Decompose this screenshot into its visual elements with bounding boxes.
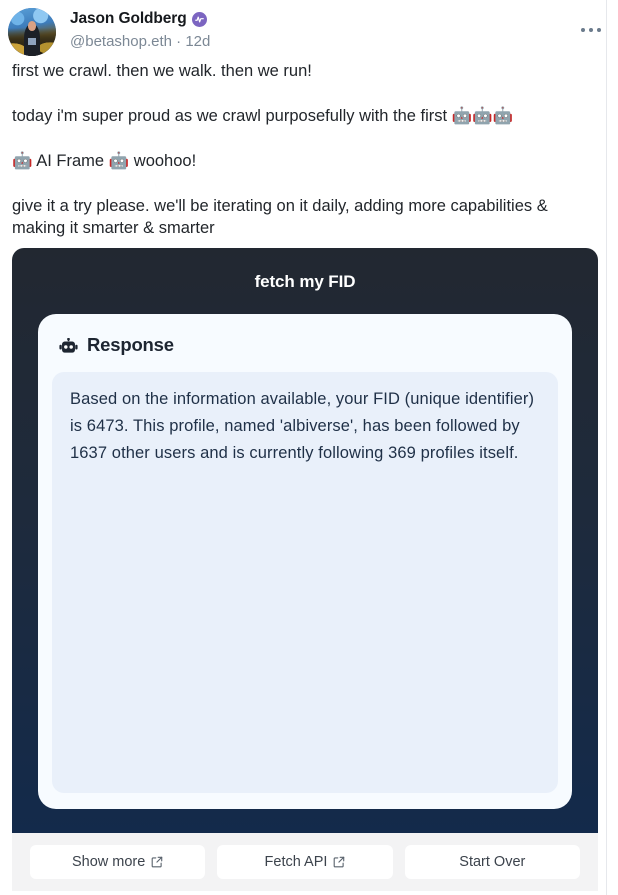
- cast-paragraph: give it a try please. we'll be iterating…: [12, 197, 548, 237]
- frame-title: fetch my FID: [254, 272, 356, 291]
- frame-button-show-more[interactable]: Show more: [30, 845, 206, 879]
- handle-row: @betashop.eth · 12d: [70, 32, 210, 52]
- robot-head-icon: [59, 337, 78, 353]
- frame-button-label: Fetch API: [264, 854, 328, 870]
- frame-button-start-over[interactable]: Start Over: [404, 845, 580, 879]
- external-link-icon: [151, 856, 163, 868]
- cast-paragraph: 🤖 AI Frame 🤖 woohoo!: [12, 152, 197, 170]
- response-heading: Response: [87, 334, 174, 355]
- farcaster-power-badge-icon: [191, 11, 207, 27]
- frame-button-bar: Show more Fetch API Start Over: [12, 833, 598, 891]
- cast-text-body: first we crawl. then we walk. then we ru…: [12, 60, 596, 239]
- column-divider: [606, 0, 607, 895]
- avatar[interactable]: [8, 8, 56, 56]
- response-text: Based on the information available, your…: [70, 390, 535, 462]
- author-display-name[interactable]: Jason Goldberg: [70, 9, 187, 29]
- cast-timestamp: 12d: [185, 33, 211, 50]
- author-info: Jason Goldberg @betashop.eth · 12d: [70, 8, 210, 52]
- cast-page: Jason Goldberg @betashop.eth · 12d first…: [0, 0, 618, 895]
- ellipsis-dot: [589, 28, 593, 32]
- frame-embed: fetch my FID Response Based on the infor…: [12, 248, 598, 833]
- more-options-button[interactable]: [576, 20, 606, 40]
- frame-response-card: Response Based on the information availa…: [38, 314, 572, 809]
- frame-button-fetch-api[interactable]: Fetch API: [217, 845, 393, 879]
- response-header: Response: [38, 314, 572, 356]
- ellipsis-dot: [581, 28, 585, 32]
- frame-button-label: Show more: [71, 854, 146, 870]
- author-handle[interactable]: @betashop.eth: [70, 33, 172, 50]
- meta-separator: ·: [176, 33, 182, 50]
- cast-header: Jason Goldberg @betashop.eth · 12d: [8, 8, 606, 60]
- response-text-box: Based on the information available, your…: [52, 372, 558, 793]
- cast-paragraph: first we crawl. then we walk. then we ru…: [12, 62, 312, 80]
- external-link-icon: [334, 856, 345, 868]
- ellipsis-dot: [597, 28, 601, 32]
- frame-button-label: Start Over: [459, 854, 526, 870]
- display-name-row: Jason Goldberg: [70, 9, 210, 29]
- avatar-shirt-logo: [27, 38, 36, 46]
- cast-paragraph: today i'm super proud as we crawl purpos…: [12, 107, 514, 125]
